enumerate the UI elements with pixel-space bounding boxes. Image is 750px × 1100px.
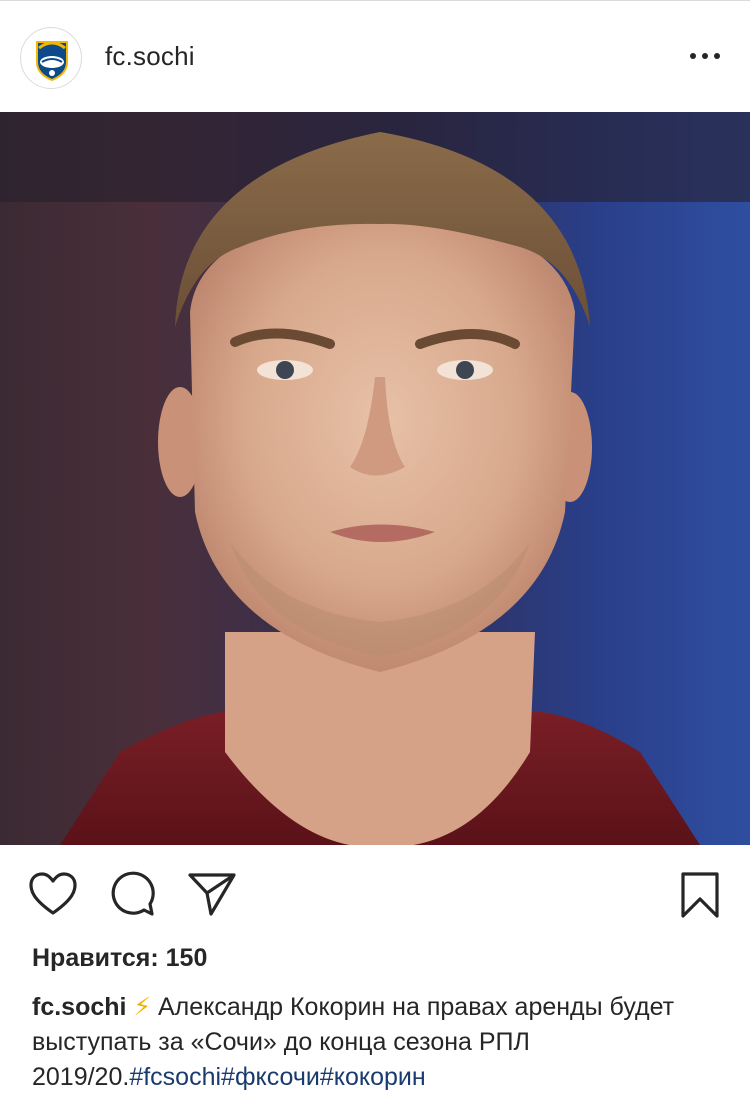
more-horizontal-icon[interactable] (688, 45, 722, 67)
hashtag[interactable]: #fcsochi (129, 1063, 221, 1091)
hashtag[interactable]: #фксочи (221, 1063, 320, 1091)
post-photo[interactable] (0, 112, 750, 845)
caption-username[interactable]: fc.sochi (32, 993, 126, 1021)
post-username[interactable]: fc.sochi (105, 41, 195, 72)
avatar[interactable] (20, 27, 82, 89)
post-actions-bar (0, 845, 750, 945)
lightning-emoji: ⚡ (133, 993, 151, 1021)
likes-count[interactable]: Нравится: 150 (32, 944, 207, 973)
heart-icon[interactable] (29, 872, 77, 916)
hashtag[interactable]: #кокорин (320, 1063, 426, 1091)
post-photo-image (0, 112, 750, 845)
fc-sochi-crest-icon (36, 41, 68, 82)
send-icon[interactable] (187, 871, 237, 917)
bookmark-icon[interactable] (680, 871, 720, 919)
post-header: fc.sochi (0, 0, 750, 112)
comment-icon[interactable] (108, 871, 156, 917)
post-caption: fc.sochi ⚡ Александр Кокорин на правах а… (32, 990, 732, 1095)
